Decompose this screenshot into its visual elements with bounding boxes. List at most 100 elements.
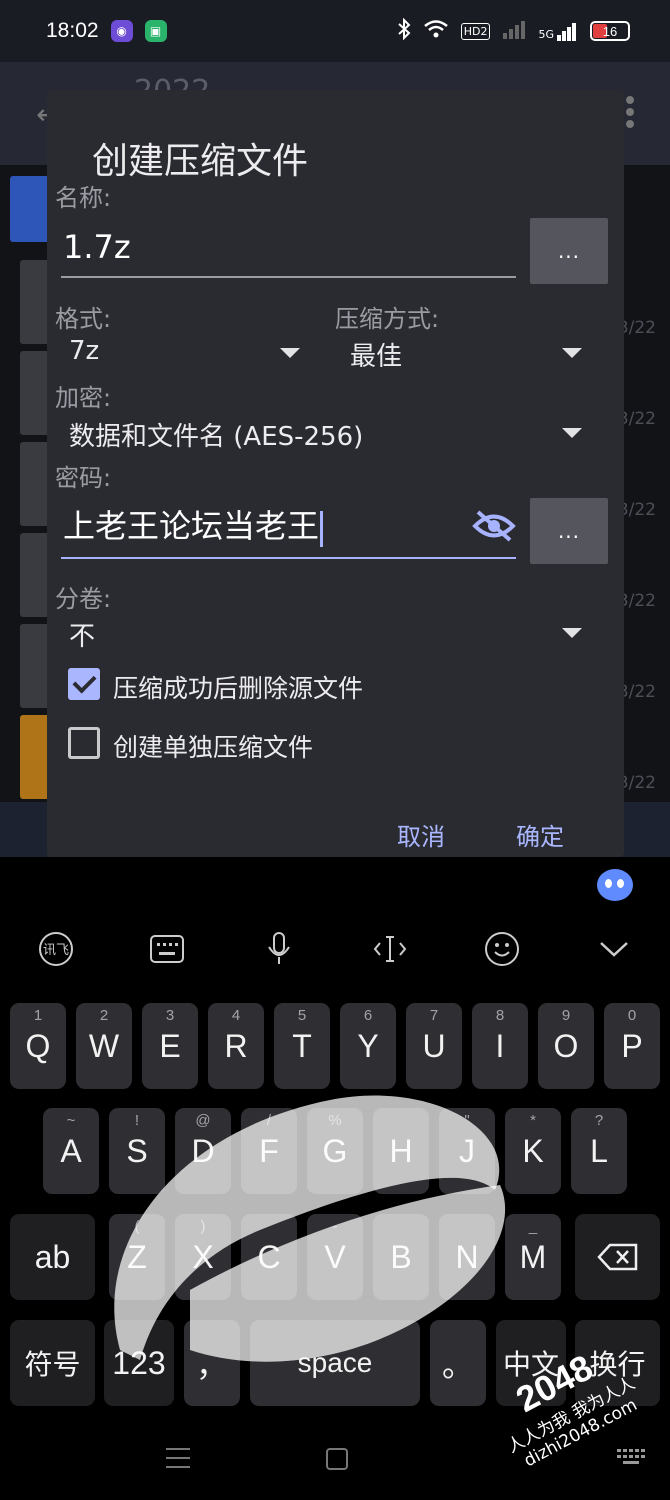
key-label: 符号 [24,1349,81,1380]
key-hint: ! [134,1112,140,1129]
key-m[interactable]: _ M [505,1214,561,1300]
password-input[interactable]: 上老王论坛当老王 [61,496,516,559]
key-label: W [88,1027,120,1064]
wifi-icon [423,19,449,43]
key-label: O [553,1027,579,1064]
more-options-icon [626,96,634,132]
key-hint: 2 [99,1007,109,1024]
battery-level: 16 [602,23,618,39]
key-label: L [590,1132,608,1169]
file-thumbnail [20,715,50,799]
home-nav-icon[interactable] [326,1448,348,1470]
ok-button[interactable]: 确定 [516,817,564,852]
split-dropdown[interactable]: 不 [55,610,585,658]
delete-source-checkbox[interactable] [68,668,100,700]
key-hint: ( [134,1218,140,1235]
key-x[interactable]: ) X [175,1214,231,1300]
name-input[interactable]: 1.7z [61,215,516,278]
key-s[interactable]: ! S [109,1108,165,1194]
password-options-button[interactable]: ... [530,498,608,564]
visibility-off-icon[interactable] [472,509,516,547]
key-hint: 4 [231,1007,241,1024]
key-p[interactable]: 0P [604,1003,660,1089]
key-symbols[interactable]: 符号 [10,1320,95,1406]
text-cursor [320,511,324,547]
key-hint: ) [200,1218,206,1235]
key-g[interactable]: % G [307,1108,363,1194]
key-z[interactable]: (Z [109,1214,165,1300]
key-c[interactable]: C [241,1214,297,1300]
key-backspace[interactable] [575,1214,660,1300]
key-r[interactable]: 4R [208,1003,264,1089]
delete-source-label: 压缩成功后删除源文件 [113,674,364,703]
key-n[interactable]: N [439,1214,495,1300]
browse-name-button[interactable]: ... [530,218,608,284]
password-input-value: 上老王论坛当老王 [63,501,324,547]
dropdown-arrow-icon [562,428,582,438]
key-hint: 7 [429,1007,439,1024]
key-hint: * [530,1112,536,1129]
encryption-dropdown[interactable]: 数据和文件名 (AES-256) [55,410,585,458]
key-i[interactable]: 8I [472,1003,528,1089]
key-label: ， [195,1347,228,1383]
key-hint: % [328,1112,342,1129]
assistant-icon[interactable] [597,869,633,901]
key-d[interactable]: @ D [175,1108,231,1194]
key-a[interactable]: ~ A [43,1108,99,1194]
emoji-icon[interactable] [482,929,522,969]
key-hint: _ [528,1218,538,1235]
key-hint: 0 [627,1007,637,1024]
key-label: T [292,1027,312,1064]
key-comma[interactable]: ， [184,1320,240,1406]
split-value: 不 [69,622,96,652]
key-hint: ~ [66,1112,76,1129]
collapse-keyboard-icon[interactable] [594,929,634,969]
key-language[interactable]: 中文 [496,1320,566,1406]
key-label: 。 [441,1347,474,1383]
key-period[interactable]: 。 [430,1320,486,1406]
key-e[interactable]: 3E [142,1003,198,1089]
key-label: P [621,1027,643,1064]
file-thumbnail [20,351,50,435]
password-label: 密码: [55,464,112,492]
status-time: 18:02 [46,19,99,42]
key-l[interactable]: ? L [571,1108,627,1194]
key-hint: @ [195,1112,211,1129]
key-b[interactable]: B [373,1214,429,1300]
key-label: F [259,1132,279,1169]
key-v[interactable]: -V [307,1214,363,1300]
key-numbers[interactable]: 123 [104,1320,174,1406]
key-hint: / [266,1112,272,1129]
keyboard-switch-icon[interactable] [616,1448,646,1466]
key-w[interactable]: 2W [76,1003,132,1089]
key-q[interactable]: 1Q [10,1003,66,1089]
file-thumbnail [20,624,50,708]
format-dropdown[interactable]: 7z [55,330,305,378]
key-j[interactable]: " J [439,1108,495,1194]
format-label: 格式: [55,305,112,333]
key-f[interactable]: / F [241,1108,297,1194]
microphone-icon[interactable] [259,929,299,969]
key-u[interactable]: 7U [406,1003,462,1089]
key-k[interactable]: * K [505,1108,561,1194]
key-h[interactable]: H [373,1108,429,1194]
key-enter[interactable]: 换行 [575,1320,660,1406]
compression-method-dropdown[interactable]: 最佳 [335,330,585,378]
cancel-button[interactable]: 取消 [397,817,445,852]
cursor-move-icon[interactable] [370,929,410,969]
key-space[interactable]: space [250,1320,420,1406]
key-label: Q [25,1027,51,1064]
file-thumbnail [20,442,50,526]
separate-archives-checkbox[interactable] [68,727,100,759]
keyboard-layout-icon[interactable] [147,929,187,969]
key-t[interactable]: 5T [274,1003,330,1089]
soft-keyboard: 讯飞 1Q 2W 3E 4R 5T 6Y 7U 8I 9O 0P ~ A ! S @… [0,857,670,1500]
key-label: B [390,1238,412,1275]
file-thumbnail [20,260,50,344]
key-y[interactable]: 6Y [340,1003,396,1089]
menu-nav-icon[interactable] [166,1448,190,1470]
key-o[interactable]: 9O [538,1003,594,1089]
key-label: 中文 [502,1349,559,1380]
voice-recognition-icon[interactable]: 讯飞 [36,929,76,969]
key-ab[interactable]: ab [10,1214,95,1300]
